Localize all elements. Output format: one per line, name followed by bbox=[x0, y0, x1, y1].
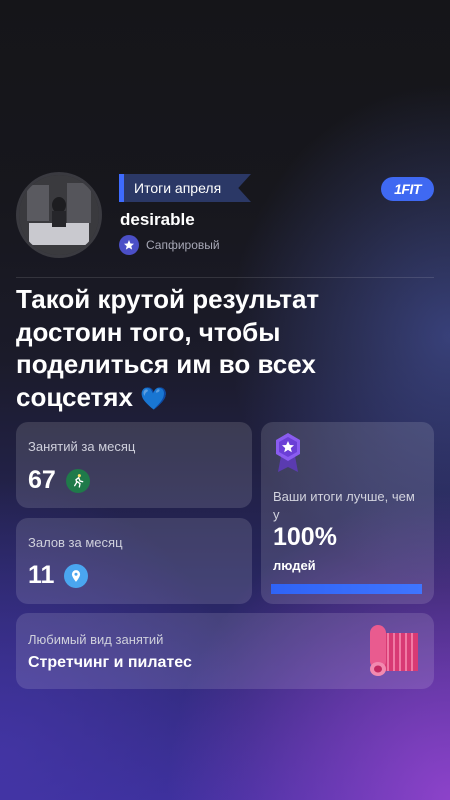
comparison-label: Ваши итоги лучше, чем у bbox=[273, 489, 415, 522]
tier-badge: Сапфировый bbox=[119, 235, 220, 255]
sessions-card: Занятий за месяц 67 bbox=[16, 422, 252, 508]
gyms-value: 11 bbox=[28, 561, 55, 589]
sessions-value-row: 67 bbox=[28, 466, 90, 495]
sessions-label: Занятий за месяц bbox=[28, 439, 136, 454]
yoga-mat-icon bbox=[368, 623, 420, 684]
divider bbox=[16, 277, 434, 278]
comparison-value: 100% bbox=[273, 523, 337, 551]
avatar bbox=[16, 172, 102, 258]
gyms-card: Залов за месяц 11 bbox=[16, 518, 252, 604]
favorite-value: Стретчинг и пилатес bbox=[28, 654, 192, 671]
running-person-icon bbox=[65, 468, 90, 493]
gyms-label: Залов за месяц bbox=[28, 535, 123, 550]
sessions-value: 67 bbox=[28, 466, 56, 494]
brand-logo: 1FIT bbox=[381, 177, 434, 201]
favorite-label: Любимый вид занятий bbox=[28, 632, 164, 647]
comparison-progress-fill bbox=[271, 584, 422, 594]
tier-label: Сапфировый bbox=[146, 238, 220, 252]
star-icon bbox=[119, 235, 139, 255]
location-pin-icon bbox=[64, 563, 89, 588]
comparison-progress bbox=[271, 584, 422, 594]
comparison-unit: людей bbox=[273, 558, 316, 573]
headline: Такой крутой результат достоин того, что… bbox=[16, 283, 431, 415]
gyms-value-row: 11 bbox=[28, 561, 89, 590]
blue-heart-icon: 💙 bbox=[140, 385, 168, 411]
username: desirable bbox=[120, 210, 195, 229]
medal-star-icon bbox=[273, 432, 303, 479]
period-tag-label: Итоги апреля bbox=[124, 174, 251, 202]
comparison-card: Ваши итоги лучше, чем у 100% людей bbox=[261, 422, 434, 604]
period-tag: Итоги апреля bbox=[119, 174, 251, 202]
favorite-activity-card: Любимый вид занятий Стретчинг и пилатес bbox=[16, 613, 434, 689]
